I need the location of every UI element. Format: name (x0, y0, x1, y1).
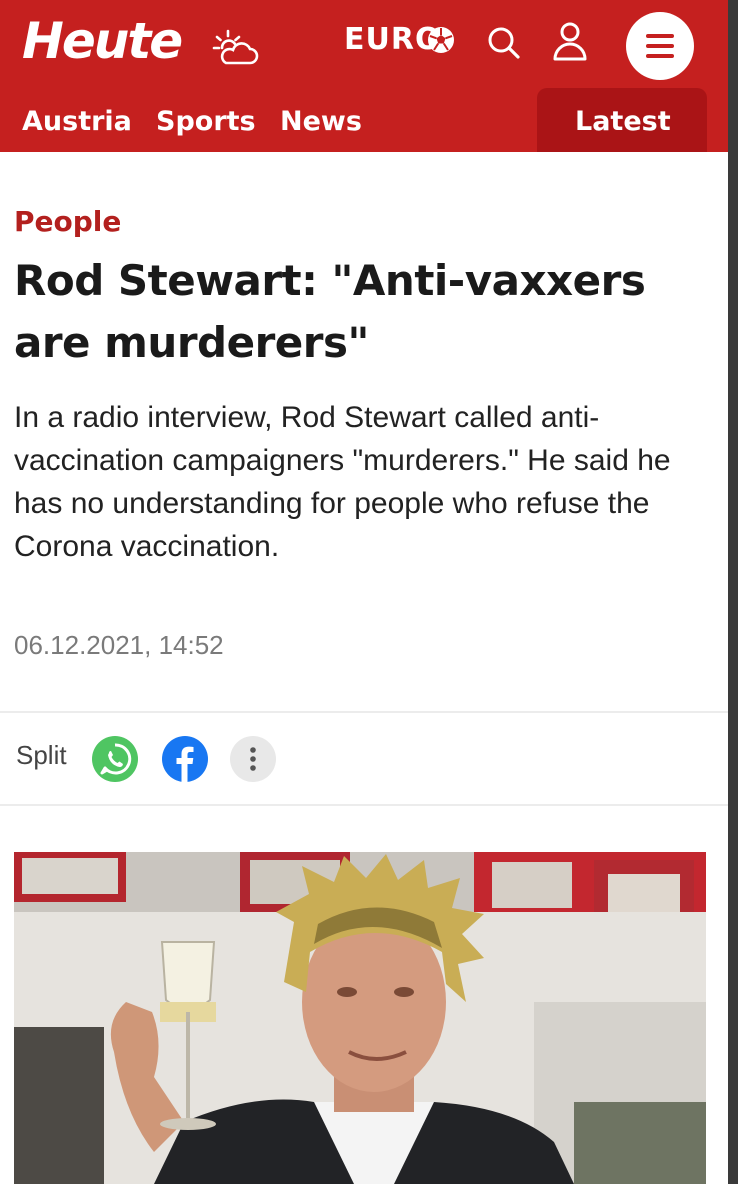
latest-tab-label: Latest (575, 106, 671, 137)
menu-icon (646, 34, 674, 58)
menu-button[interactable] (626, 12, 694, 80)
football-icon[interactable] (426, 25, 456, 55)
latest-tab[interactable]: Latest (537, 88, 707, 152)
article-category[interactable]: People (14, 205, 121, 238)
user-icon[interactable] (552, 20, 588, 62)
article-photo[interactable] (14, 852, 706, 1184)
article-date: 06.12.2021, 14:52 (14, 630, 224, 660)
article-headline: Rod Stewart: "Anti-vaxxers are murderers… (14, 256, 646, 367)
share-label: Split (16, 740, 67, 770)
nav-item-news[interactable]: News (280, 106, 362, 137)
site-logo[interactable]: Heute (22, 12, 183, 70)
photo-man-raising-champagne-glass (14, 852, 706, 1184)
logo-row: Heute EURO (0, 0, 728, 92)
divider (0, 804, 728, 806)
facebook-icon[interactable] (162, 736, 208, 782)
article-lead: In a radio interview, Rod Stewart called… (14, 401, 671, 563)
nav-item-sports[interactable]: Sports (156, 106, 256, 137)
divider (0, 711, 728, 713)
nav-item-austria[interactable]: Austria (22, 106, 132, 137)
screen-edge (728, 0, 738, 1184)
more-options-icon[interactable] (230, 736, 276, 782)
search-icon[interactable] (484, 22, 524, 62)
whatsapp-icon[interactable] (92, 736, 138, 782)
weather-cloud-sun-icon[interactable] (212, 28, 262, 68)
